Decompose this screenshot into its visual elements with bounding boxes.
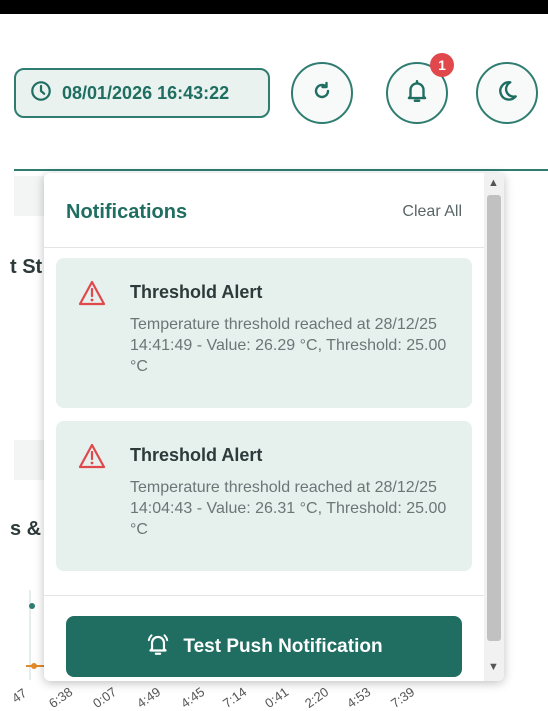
axis-tick-label: 47 — [9, 685, 30, 706]
test-push-notification-label: Test Push Notification — [183, 635, 383, 657]
axis-tick-label: 4:49 — [133, 684, 164, 711]
refresh-button[interactable] — [291, 62, 353, 124]
background-heading-fragment: s & — [10, 518, 42, 540]
scroll-down-arrow-icon[interactable]: ▼ — [488, 661, 499, 673]
axis-tick-label: 7:39 — [387, 684, 418, 711]
clear-all-button[interactable]: Clear All — [402, 203, 462, 221]
refresh-icon — [310, 79, 334, 108]
datetime-display[interactable]: 08/01/2026 16:43:22 — [14, 68, 270, 118]
background-chart-fragment — [14, 590, 44, 680]
test-push-notification-button[interactable]: Test Push Notification — [66, 616, 462, 677]
axis-tick-label: 2:20 — [301, 684, 332, 711]
notifications-title: Notifications — [66, 201, 188, 223]
notifications-panel: Notifications Clear All Threshold Alert … — [44, 173, 504, 681]
axis-tick-label: 6:38 — [45, 684, 76, 711]
notification-message: Temperature threshold reached at 28/12/2… — [130, 479, 447, 538]
scroll-up-arrow-icon[interactable]: ▲ — [488, 177, 499, 189]
clock-icon — [30, 80, 52, 107]
notification-item[interactable]: Threshold Alert Temperature threshold re… — [56, 421, 472, 571]
notification-message: Temperature threshold reached at 28/12/2… — [130, 316, 447, 375]
bell-icon — [404, 78, 430, 109]
notification-title: Threshold Alert — [130, 445, 263, 465]
scrollbar-thumb[interactable] — [487, 195, 501, 641]
warning-icon — [78, 280, 106, 311]
header-divider — [14, 169, 548, 171]
top-black-bar — [0, 0, 548, 14]
datetime-text: 08/01/2026 16:43:22 — [62, 82, 230, 103]
axis-tick-label: 0:41 — [261, 684, 292, 711]
notifications-header: Notifications Clear All — [44, 173, 484, 248]
background-heading-fragment: t St — [10, 256, 43, 278]
bell-ring-icon — [145, 631, 171, 663]
notification-item[interactable]: Threshold Alert Temperature threshold re… — [56, 258, 472, 408]
panel-scrollbar[interactable]: ▲ ▼ — [484, 173, 504, 681]
panel-divider — [44, 595, 484, 596]
moon-icon — [494, 78, 520, 109]
theme-toggle-button[interactable] — [476, 62, 538, 124]
axis-tick-label: 7:14 — [219, 684, 250, 711]
axis-tick-label: 4:45 — [177, 684, 208, 711]
warning-icon — [78, 443, 106, 474]
notification-count-badge: 1 — [430, 53, 454, 77]
notification-title: Threshold Alert — [130, 282, 263, 302]
axis-tick-label: 0:07 — [89, 684, 120, 711]
axis-tick-label: 4:53 — [343, 684, 374, 711]
